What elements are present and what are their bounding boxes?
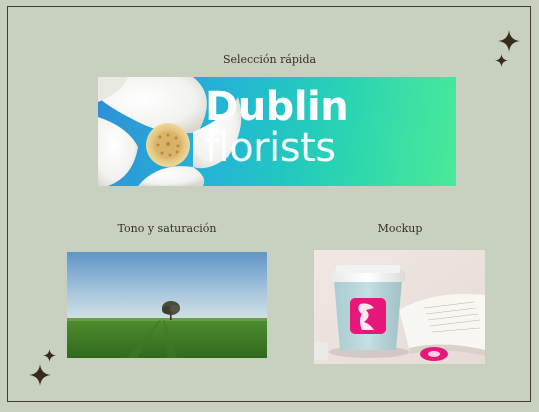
banner-brand-line-2: florists — [205, 125, 336, 171]
sparkle-icon — [498, 30, 520, 52]
caption-mockup: Mockup — [377, 222, 423, 235]
sparkle-icon — [43, 349, 56, 362]
caption-hue-saturation: Tono y saturación — [117, 222, 217, 235]
cup-book-illustration — [314, 250, 485, 364]
banner-brand-line-1: Dublin — [205, 84, 349, 130]
field-landscape-illustration — [67, 252, 267, 358]
coffee-cup-mockup-photo[interactable] — [314, 250, 485, 364]
field-tree-photo[interactable] — [67, 252, 267, 358]
sparkle-icon — [29, 364, 51, 386]
caption-quick-selection: Selección rápida — [222, 53, 317, 66]
slide-canvas: Selección rápida Tono y saturación Mocku… — [0, 0, 539, 412]
